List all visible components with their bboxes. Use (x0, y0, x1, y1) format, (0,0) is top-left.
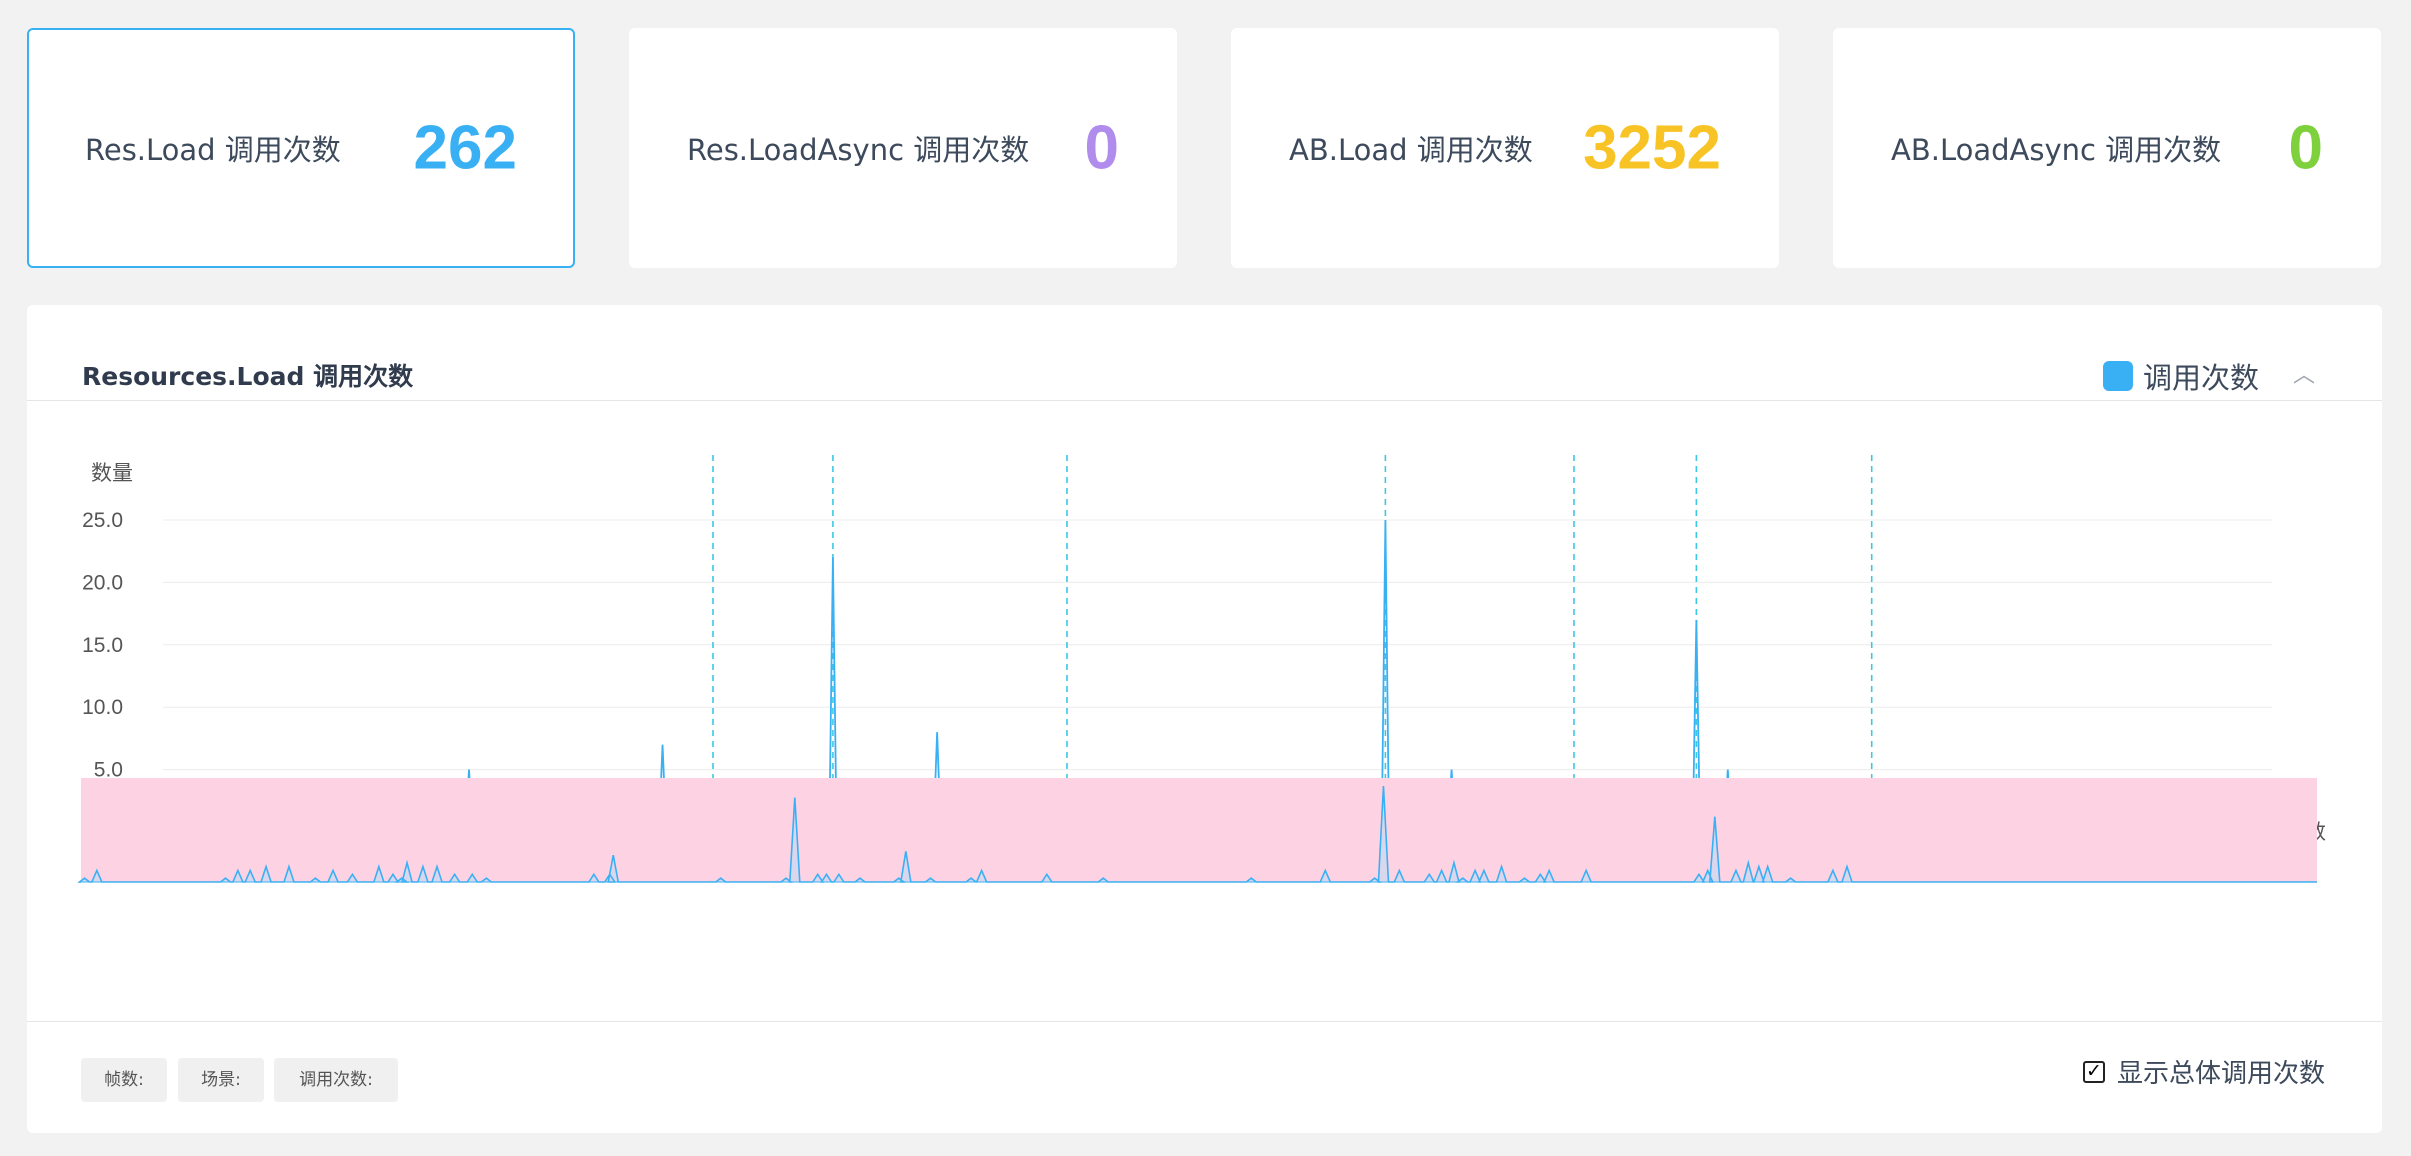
ab-load-async-card[interactable]: AB.LoadAsync 调用次数 0 (1833, 28, 2381, 268)
res-load-card[interactable]: Res.Load 调用次数 262 (27, 28, 575, 268)
checkbox[interactable]: ✓ (2083, 1060, 2105, 1083)
footer-divider (27, 1021, 2382, 1022)
range-selector (81, 778, 2317, 882)
line-chart[interactable]: 0.05.010.015.020.025.0数量0500010000帧数 (27, 305, 2382, 1005)
res-load-async-card[interactable]: Res.LoadAsync 调用次数 0 (629, 28, 1177, 268)
card-value: 0 (2288, 113, 2323, 183)
y-axis-label: 数量 (91, 462, 133, 485)
card-value: 3252 (1583, 113, 1721, 183)
ab-load-card[interactable]: AB.Load 调用次数 3252 (1231, 28, 1779, 268)
y-tick-label: 15.0 (82, 634, 123, 657)
frame-info-button[interactable]: 帧数: (81, 1058, 167, 1102)
card-label: AB.Load 调用次数 (1289, 133, 1533, 167)
card-value: 0 (1084, 113, 1119, 183)
y-tick-label: 20.0 (82, 571, 123, 594)
scene-info-button[interactable]: 场景: (178, 1058, 264, 1102)
show-total-toggle[interactable]: ✓ 显示总体调用次数 (2083, 1053, 2325, 1090)
y-tick-label: 10.0 (82, 696, 123, 719)
chart-panel: Resources.Load 调用次数 调用次数 ︿ 0.05.010.015.… (27, 305, 2382, 1133)
checkbox-label: 显示总体调用次数 (2117, 1059, 2326, 1089)
card-label: Res.LoadAsync 调用次数 (687, 133, 1030, 167)
y-tick-label: 25.0 (82, 509, 123, 532)
card-label: AB.LoadAsync 调用次数 (1891, 133, 2222, 167)
card-label: Res.Load 调用次数 (85, 133, 341, 167)
card-value: 262 (413, 113, 517, 183)
call-count-info-button[interactable]: 调用次数: (274, 1058, 398, 1102)
